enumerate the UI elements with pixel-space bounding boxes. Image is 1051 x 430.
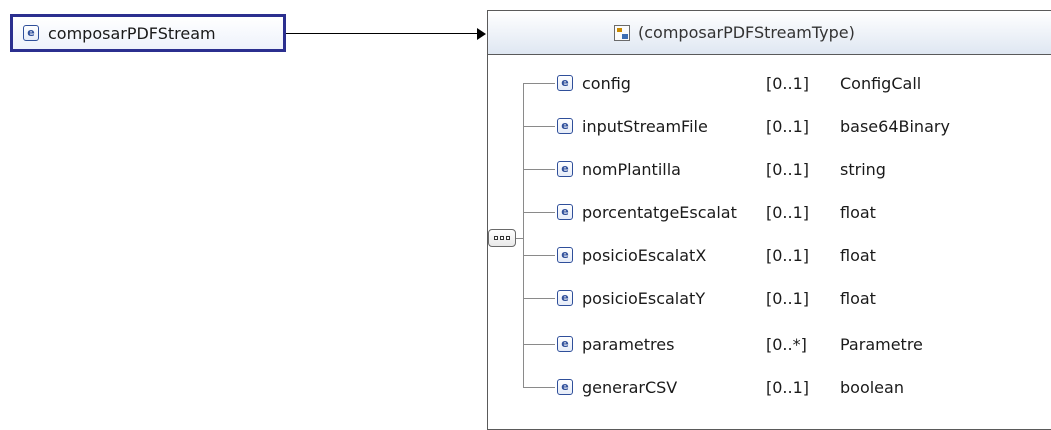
complex-type-header[interactable]: (composarPDFStreamType) bbox=[488, 11, 1051, 55]
child-element-name: nomPlantilla bbox=[582, 159, 681, 179]
child-element-type: float bbox=[840, 202, 876, 222]
child-element-row[interactable]: e parametres [0..*] Parametre bbox=[523, 332, 1051, 356]
element-icon: e bbox=[557, 118, 573, 134]
child-element-row[interactable]: e config [0..1] ConfigCall bbox=[523, 71, 1051, 95]
tree-connector bbox=[523, 211, 555, 213]
child-element-row[interactable]: e porcentatgeEscalat [0..1] float bbox=[523, 200, 1051, 224]
child-element-type: float bbox=[840, 245, 876, 265]
connector-line bbox=[286, 33, 481, 34]
tree-connector bbox=[523, 125, 555, 127]
child-element-cardinality: [0..*] bbox=[766, 334, 807, 354]
tree-connector bbox=[523, 254, 555, 256]
child-element-name: posicioEscalatY bbox=[582, 288, 706, 308]
tree-connector bbox=[523, 168, 555, 170]
child-element-cardinality: [0..1] bbox=[766, 377, 810, 397]
child-element-row[interactable]: e posicioEscalatX [0..1] float bbox=[523, 243, 1051, 267]
element-icon: e bbox=[557, 161, 573, 177]
child-element-cardinality: [0..1] bbox=[766, 159, 810, 179]
child-element-cardinality: [0..1] bbox=[766, 245, 810, 265]
complex-type-label: (composarPDFStreamType) bbox=[638, 23, 855, 42]
child-element-type: ConfigCall bbox=[840, 73, 922, 93]
child-element-name: porcentatgeEscalat bbox=[582, 202, 737, 222]
child-element-cardinality: [0..1] bbox=[766, 73, 810, 93]
child-element-cardinality: [0..1] bbox=[766, 202, 810, 222]
child-element-type: float bbox=[840, 288, 876, 308]
element-icon: e bbox=[557, 75, 573, 91]
child-element-row[interactable]: e inputStreamFile [0..1] base64Binary bbox=[523, 114, 1051, 138]
sequence-compositor-icon[interactable] bbox=[488, 229, 516, 247]
tree-connector bbox=[523, 386, 555, 388]
child-element-type: base64Binary bbox=[840, 116, 950, 136]
child-element-cardinality: [0..1] bbox=[766, 288, 810, 308]
child-element-type: string bbox=[840, 159, 886, 179]
tree-connector bbox=[523, 297, 555, 299]
child-element-type: Parametre bbox=[840, 334, 923, 354]
child-element-cardinality: [0..1] bbox=[766, 116, 810, 136]
child-element-row[interactable]: e generarCSV [0..1] boolean bbox=[523, 375, 1051, 399]
child-element-row[interactable]: e nomPlantilla [0..1] string bbox=[523, 157, 1051, 181]
sequence-link-line bbox=[516, 238, 523, 239]
root-element-name: composarPDFStream bbox=[48, 23, 216, 43]
connector-arrow-icon bbox=[477, 28, 486, 40]
element-icon: e bbox=[557, 247, 573, 263]
element-icon: e bbox=[23, 25, 39, 41]
element-icon: e bbox=[557, 290, 573, 306]
root-element-box[interactable]: e composarPDFStream bbox=[10, 14, 286, 52]
element-icon: e bbox=[557, 204, 573, 220]
child-element-name: parametres bbox=[582, 334, 675, 354]
element-icon: e bbox=[557, 379, 573, 395]
element-icon: e bbox=[557, 336, 573, 352]
tree-connector bbox=[523, 343, 555, 345]
child-element-name: config bbox=[582, 73, 631, 93]
complex-type-icon bbox=[614, 24, 630, 41]
tree-connector bbox=[523, 82, 555, 84]
child-element-type: boolean bbox=[840, 377, 904, 397]
child-element-name: generarCSV bbox=[582, 377, 678, 397]
child-element-row[interactable]: e posicioEscalatY [0..1] float bbox=[523, 286, 1051, 310]
child-element-name: posicioEscalatX bbox=[582, 245, 707, 265]
child-element-name: inputStreamFile bbox=[582, 116, 708, 136]
